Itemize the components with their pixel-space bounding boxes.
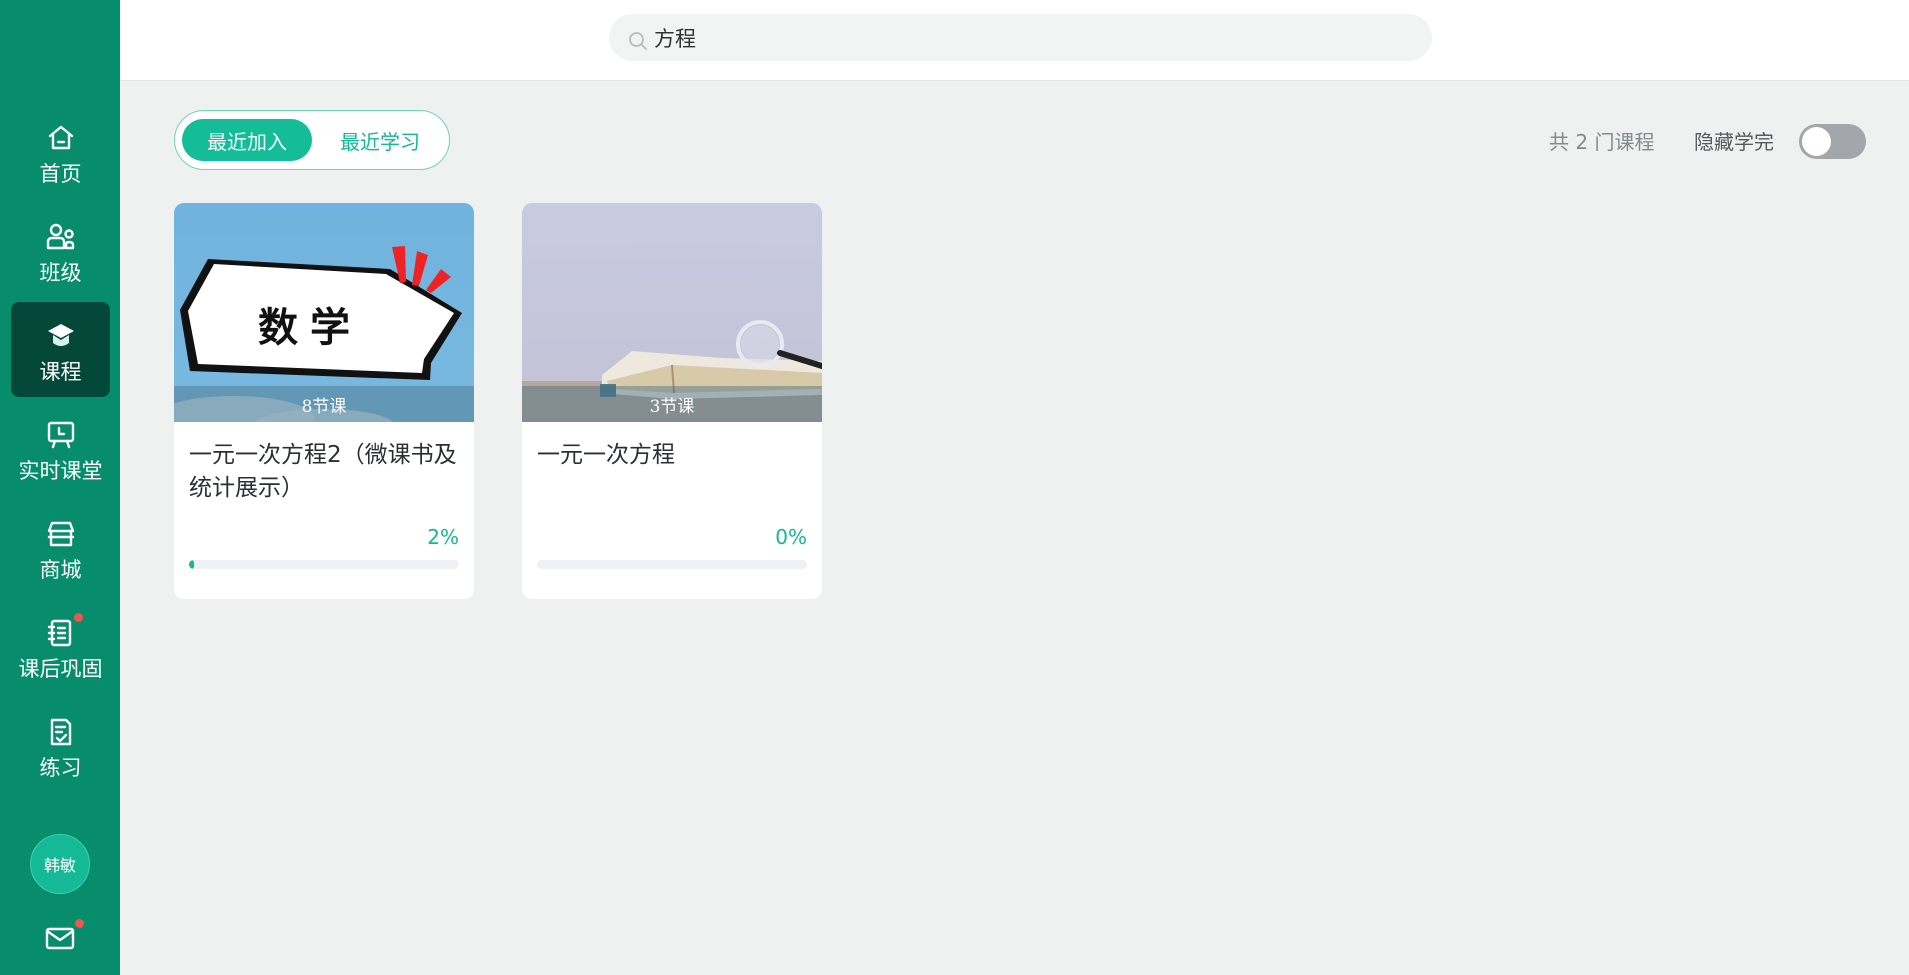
sidebar-item-label: 课后巩固: [18, 657, 103, 681]
mail-icon[interactable]: [44, 919, 84, 954]
search-input[interactable]: [654, 14, 1394, 61]
hide-completed-toggle[interactable]: [1799, 124, 1866, 159]
notification-badge: [73, 613, 83, 622]
sidebar-item-label: 商城: [39, 558, 82, 582]
sidebar-item-homework[interactable]: 课后巩固: [11, 599, 110, 694]
tab-recently-added[interactable]: 最近加入: [182, 119, 312, 161]
course-title: 一元一次方程2（微课书及统计展示）: [189, 442, 457, 501]
sidebar-item-label: 班级: [39, 261, 82, 285]
hide-completed-label: 隐藏学完: [1694, 130, 1774, 154]
sidebar-item-label: 实时课堂: [18, 459, 103, 483]
notification-badge: [75, 919, 84, 928]
progress-percent: 2%: [427, 525, 459, 549]
graduation-cap-icon: [45, 320, 77, 352]
home-icon: [45, 122, 77, 154]
progress-bar: [537, 560, 807, 569]
sidebar-item-label: 练习: [39, 756, 82, 780]
course-card[interactable]: 3节课 一元一次方程 0%: [522, 203, 822, 599]
people-icon: [45, 221, 77, 253]
avatar[interactable]: 韩敏: [30, 834, 90, 894]
sidebar: 首页 班级 课程 实时课堂 商城 课后巩固 练习 韩敏: [0, 0, 120, 975]
course-cover-image: 数学 8节课: [174, 203, 474, 422]
cover-title-text: 数学: [258, 305, 362, 351]
notebook-icon: [45, 613, 83, 649]
sidebar-item-courses[interactable]: 课程: [11, 302, 110, 397]
course-title: 一元一次方程: [537, 442, 675, 468]
progress-fill: [189, 560, 195, 569]
tab-recently-studied[interactable]: 最近学习: [320, 119, 440, 161]
lesson-count: 3节课: [522, 386, 822, 422]
search-icon: [627, 30, 649, 52]
toggle-knob: [1802, 127, 1831, 156]
course-card[interactable]: 数学 8节课 一元一次方程2（微课书及统计展示） 2%: [174, 203, 474, 599]
sidebar-item-label: 首页: [39, 162, 82, 186]
sidebar-item-label: 课程: [39, 360, 82, 384]
sidebar-item-practice[interactable]: 练习: [11, 698, 110, 793]
sidebar-item-home[interactable]: 首页: [11, 104, 110, 199]
progress-bar: [189, 560, 459, 569]
store-icon: [45, 518, 77, 550]
course-cover-image: 3节课: [522, 203, 822, 422]
sidebar-item-store[interactable]: 商城: [11, 500, 110, 595]
search-bar[interactable]: [609, 14, 1432, 61]
lesson-count: 8节课: [174, 386, 474, 422]
checklist-icon: [45, 716, 77, 748]
course-count: 共 2 门课程: [1549, 130, 1655, 154]
sidebar-item-class[interactable]: 班级: [11, 203, 110, 298]
progress-percent: 0%: [775, 525, 807, 549]
sidebar-item-live-class[interactable]: 实时课堂: [11, 401, 110, 496]
presentation-board-icon: [45, 419, 77, 451]
sort-tabs: 最近加入 最近学习: [174, 110, 450, 170]
top-header: [120, 0, 1909, 81]
